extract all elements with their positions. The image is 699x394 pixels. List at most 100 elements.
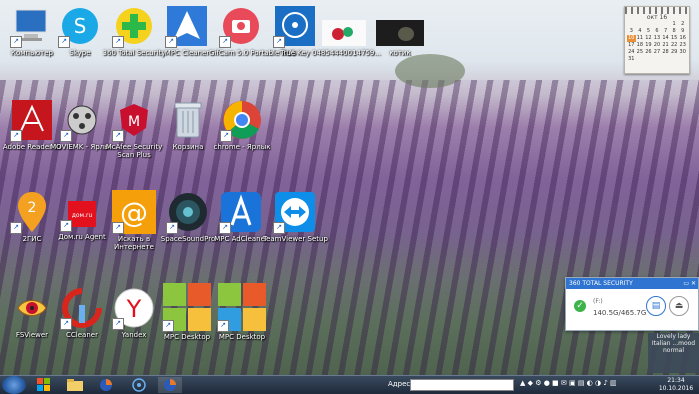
shortcut-arrow-icon: ↗ — [112, 318, 124, 330]
shortcut-arrow-icon: ↗ — [273, 222, 285, 234]
calendar-day — [636, 21, 645, 28]
desktop-icon-image-number[interactable]: 04854440014759... — [312, 18, 382, 57]
teamviewer-icon: ↗ — [273, 190, 317, 234]
calendar-day: 26 — [645, 49, 652, 55]
calendar-day: 24 — [628, 49, 635, 55]
security-widget[interactable]: 360 TOTAL SECURITY ▭ ✕ ✓ (F:) 140.5G/465… — [565, 277, 699, 331]
mpc-desktop-icon: ↗ — [162, 282, 212, 332]
adcleaner-icon: ↗ — [219, 190, 263, 234]
calendar-day: 1 — [672, 21, 676, 27]
icon-label: MPC Desktop — [218, 333, 266, 341]
desktop-icon-kotik[interactable]: котик — [368, 18, 432, 57]
calendar-days: 1 2 3 4 5 6 7 8 9 10 11 12 13 14 15 16 17 18 19 20 21 22 23 24 2… — [625, 21, 689, 63]
calendar-day: 28 — [662, 49, 669, 55]
explorer-icon[interactable] — [63, 377, 87, 393]
calendar-day: 16 — [679, 35, 686, 41]
folder-button[interactable]: ▤ — [646, 296, 666, 316]
shortcut-arrow-icon: ↗ — [217, 320, 229, 332]
start-button[interactable] — [2, 376, 26, 394]
calendar-month: окт 16 — [646, 14, 668, 21]
image-thumbnail-icon — [322, 18, 366, 48]
calendar-day: 12 — [645, 35, 652, 41]
shortcut-arrow-icon: ↗ — [273, 36, 285, 48]
svg-text:M: M — [128, 114, 140, 130]
truekey-taskbar-icon[interactable] — [127, 377, 151, 393]
firefox-icon[interactable] — [94, 377, 118, 393]
skype-icon: S ↗ — [58, 4, 102, 48]
calendar-day: 21 — [662, 42, 669, 48]
desktop-icon-mpc-desktop-2[interactable]: ↗ MPC Desktop — [210, 282, 274, 341]
shortcut-arrow-icon: ↗ — [165, 36, 177, 48]
shortcut-arrow-icon: ↗ — [166, 222, 178, 234]
mcafee-shield-icon: M ↗ — [112, 98, 156, 142]
clock[interactable]: 21:34 10.10.2016 — [655, 377, 697, 393]
shortcut-arrow-icon: ↗ — [60, 220, 72, 232]
corner-note: Lovely lady Italian ...mood normal — [648, 333, 699, 373]
truekey-icon: ↗ — [273, 4, 317, 48]
check-icon: ✓ — [574, 300, 586, 312]
desktop-icon-teamviewer[interactable]: ↗ TeamViewer Setup — [263, 190, 328, 243]
window-controls[interactable]: ▭ ✕ — [683, 278, 696, 289]
drive-usage: 140.5G/465.7G — [593, 309, 647, 317]
svg-text:2: 2 — [28, 200, 37, 216]
windows-flag-icon[interactable] — [32, 377, 56, 393]
eye-icon — [10, 286, 54, 330]
shortcut-arrow-icon: ↗ — [219, 36, 231, 48]
address-label: Адрес — [388, 380, 411, 388]
shortcut-arrow-icon: ↗ — [220, 130, 232, 142]
calendar-day: 25 — [636, 49, 644, 55]
clock-date: 10.10.2016 — [658, 385, 694, 392]
calendar-day: 29 — [670, 49, 678, 55]
at-sign-icon: @ ↗ — [112, 190, 156, 234]
calendar-day: 10 — [627, 35, 636, 42]
eject-button[interactable]: ⏏ — [669, 296, 689, 316]
calendar-gadget[interactable]: окт 16 1 2 3 4 5 6 7 8 9 10 11 12 13 14 15 16 17 18 19 20 21… — [624, 6, 690, 74]
calendar-day: 9 — [681, 28, 685, 34]
security-widget-title-bar: 360 TOTAL SECURITY ▭ ✕ — [566, 278, 698, 289]
shortcut-arrow-icon: ↗ — [60, 130, 72, 142]
calendar-day: 18 — [636, 42, 644, 48]
shortcut-arrow-icon: ↗ — [162, 320, 174, 332]
ccleaner-icon: ↗ — [60, 286, 104, 330]
icon-label: котик — [389, 49, 411, 57]
desktop-icon-chrome[interactable]: ↗ chrome - Ярлык — [210, 98, 274, 151]
desktop: ↗ Компьютер S ↗ Skype ↗ 360 Total Securi… — [0, 0, 699, 375]
calendar-day: 27 — [653, 49, 661, 55]
shortcut-arrow-icon: ↗ — [10, 222, 22, 234]
icon-label: 04854440014759... — [312, 49, 382, 57]
svg-text:@: @ — [120, 196, 148, 229]
mpc-cleaner-icon: ↗ — [165, 4, 209, 48]
calendar-day: 14 — [662, 35, 669, 41]
calendar-day: 15 — [670, 35, 678, 41]
distant-tree — [395, 54, 465, 88]
icon-label: TeamViewer Setup — [263, 235, 328, 243]
calendar-day: 2 — [681, 21, 685, 27]
shortcut-arrow-icon: ↗ — [10, 36, 22, 48]
calendar-rings — [625, 7, 689, 14]
calendar-day: 3 — [629, 28, 633, 34]
firefox-active-icon[interactable] — [158, 377, 182, 393]
icon-label: chrome - Ярлык — [213, 143, 271, 151]
recycle-bin-icon — [166, 98, 210, 142]
address-input[interactable] — [410, 379, 514, 391]
speaker-icon: ↗ — [166, 190, 210, 234]
camera-icon: ↗ — [219, 4, 263, 48]
shortcut-arrow-icon: ↗ — [60, 318, 72, 330]
adobe-reader-icon: ↗ — [10, 98, 54, 142]
system-tray[interactable]: ▲ ◆ ⚙ ● ■ ✉ ▣ ▤ ◐ ◑ ♪ ▥ — [520, 379, 617, 387]
svg-text:дом.ru: дом.ru — [72, 212, 93, 219]
yandex-icon: Y ↗ — [112, 286, 156, 330]
calendar-day — [644, 21, 653, 28]
image-thumbnail-icon — [376, 18, 424, 48]
svg-text:Y: Y — [126, 295, 142, 323]
mpc-desktop-icon: ↗ — [217, 282, 267, 332]
calendar-day — [661, 21, 670, 28]
calendar-day: 20 — [653, 42, 661, 48]
dom-ru-icon: дом.ru ↗ — [60, 196, 104, 232]
calendar-day: 22 — [670, 42, 678, 48]
clock-time: 21:34 — [667, 377, 685, 384]
shortcut-arrow-icon: ↗ — [58, 36, 70, 48]
calendar-day: 17 — [628, 42, 635, 48]
calendar-day: 5 — [646, 28, 651, 34]
map-pin-icon: 2 ↗ — [10, 190, 54, 234]
